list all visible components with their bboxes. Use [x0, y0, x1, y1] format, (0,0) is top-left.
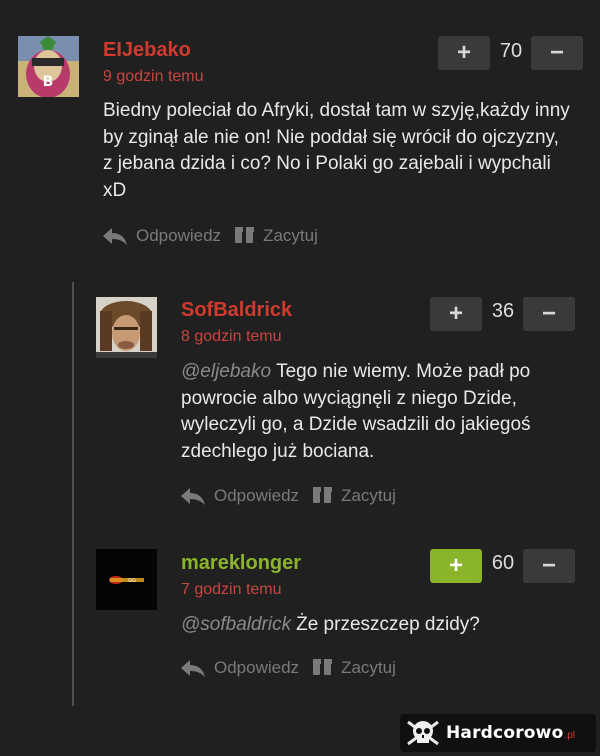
reply-button[interactable]: Odpowiedz: [180, 486, 299, 506]
comment-body: @eljebako Tego nie wiemy. Może padł po po…: [181, 359, 576, 465]
comment-author[interactable]: mareklonger: [181, 552, 301, 575]
comment-sofbaldrick: SofBaldrick 8 godzin temu + 36 − @eljeba…: [0, 280, 600, 530]
reply-icon: [181, 488, 205, 505]
avatar[interactable]: GG: [96, 549, 157, 610]
comment-actions: Odpowiedz Zacytuj: [180, 658, 396, 678]
downvote-button[interactable]: −: [523, 549, 575, 583]
vote-score: 60: [491, 552, 515, 574]
comment-mareklonger: GG mareklonger 7 godzin temu + 60 − @sof…: [0, 530, 600, 710]
comment-actions: Odpowiedz Zacytuj: [180, 486, 396, 506]
reply-label: Odpowiedz: [136, 226, 222, 245]
mention-link[interactable]: @sofbaldrick: [181, 614, 291, 635]
comment-timestamp: 9 godzin temu: [103, 68, 204, 85]
quote-icon: [313, 659, 333, 675]
comment-text: Biedny poleciał do Afryki, dostał tam w …: [103, 100, 570, 201]
comment-text: Że przeszczep dzidy?: [296, 614, 480, 635]
mention-link[interactable]: @eljebako: [181, 361, 271, 382]
upvote-button[interactable]: +: [438, 36, 490, 70]
reply-icon: [103, 228, 127, 245]
comment-timestamp: 8 godzin temu: [181, 328, 282, 345]
quote-label: Zacytuj: [263, 226, 318, 245]
quote-icon: [235, 227, 255, 243]
upvote-button[interactable]: +: [430, 549, 482, 583]
vote-score: 36: [491, 300, 515, 322]
comment-actions: Odpowiedz Zacytuj: [102, 226, 318, 246]
comment-body: @sofbaldrick Że przeszczep dzidy?: [181, 612, 576, 639]
quote-icon: [313, 487, 333, 503]
comment-author[interactable]: SofBaldrick: [181, 299, 292, 322]
comment-timestamp: 7 godzin temu: [181, 581, 282, 598]
comment-eljebako: B EIJebako 9 godzin temu + 70 − Biedny p…: [0, 0, 600, 270]
hardcorowo-watermark: Hardcorowo .pl: [400, 714, 596, 752]
avatar[interactable]: B: [18, 36, 79, 97]
downvote-button[interactable]: −: [531, 36, 583, 70]
skull-icon: [407, 720, 439, 746]
upvote-button[interactable]: +: [430, 297, 482, 331]
quote-button[interactable]: Zacytuj: [313, 486, 396, 506]
quote-button[interactable]: Zacytuj: [235, 226, 318, 246]
svg-text:GG: GG: [128, 578, 136, 584]
avatar[interactable]: [96, 297, 157, 358]
reply-button[interactable]: Odpowiedz: [180, 658, 299, 678]
quote-label: Zacytuj: [341, 658, 396, 677]
comment-author[interactable]: EIJebako: [103, 39, 191, 62]
reply-label: Odpowiedz: [214, 658, 300, 677]
reply-button[interactable]: Odpowiedz: [102, 226, 221, 246]
downvote-button[interactable]: −: [523, 297, 575, 331]
quote-label: Zacytuj: [341, 486, 396, 505]
svg-text:B: B: [43, 74, 54, 90]
watermark-tld: .pl: [564, 729, 576, 741]
comment-body: Biedny poleciał do Afryki, dostał tam w …: [103, 98, 573, 204]
watermark-brand: Hardcorowo: [446, 723, 564, 743]
quote-button[interactable]: Zacytuj: [313, 658, 396, 678]
reply-icon: [181, 660, 205, 677]
vote-score: 70: [499, 40, 523, 62]
reply-label: Odpowiedz: [214, 486, 300, 505]
